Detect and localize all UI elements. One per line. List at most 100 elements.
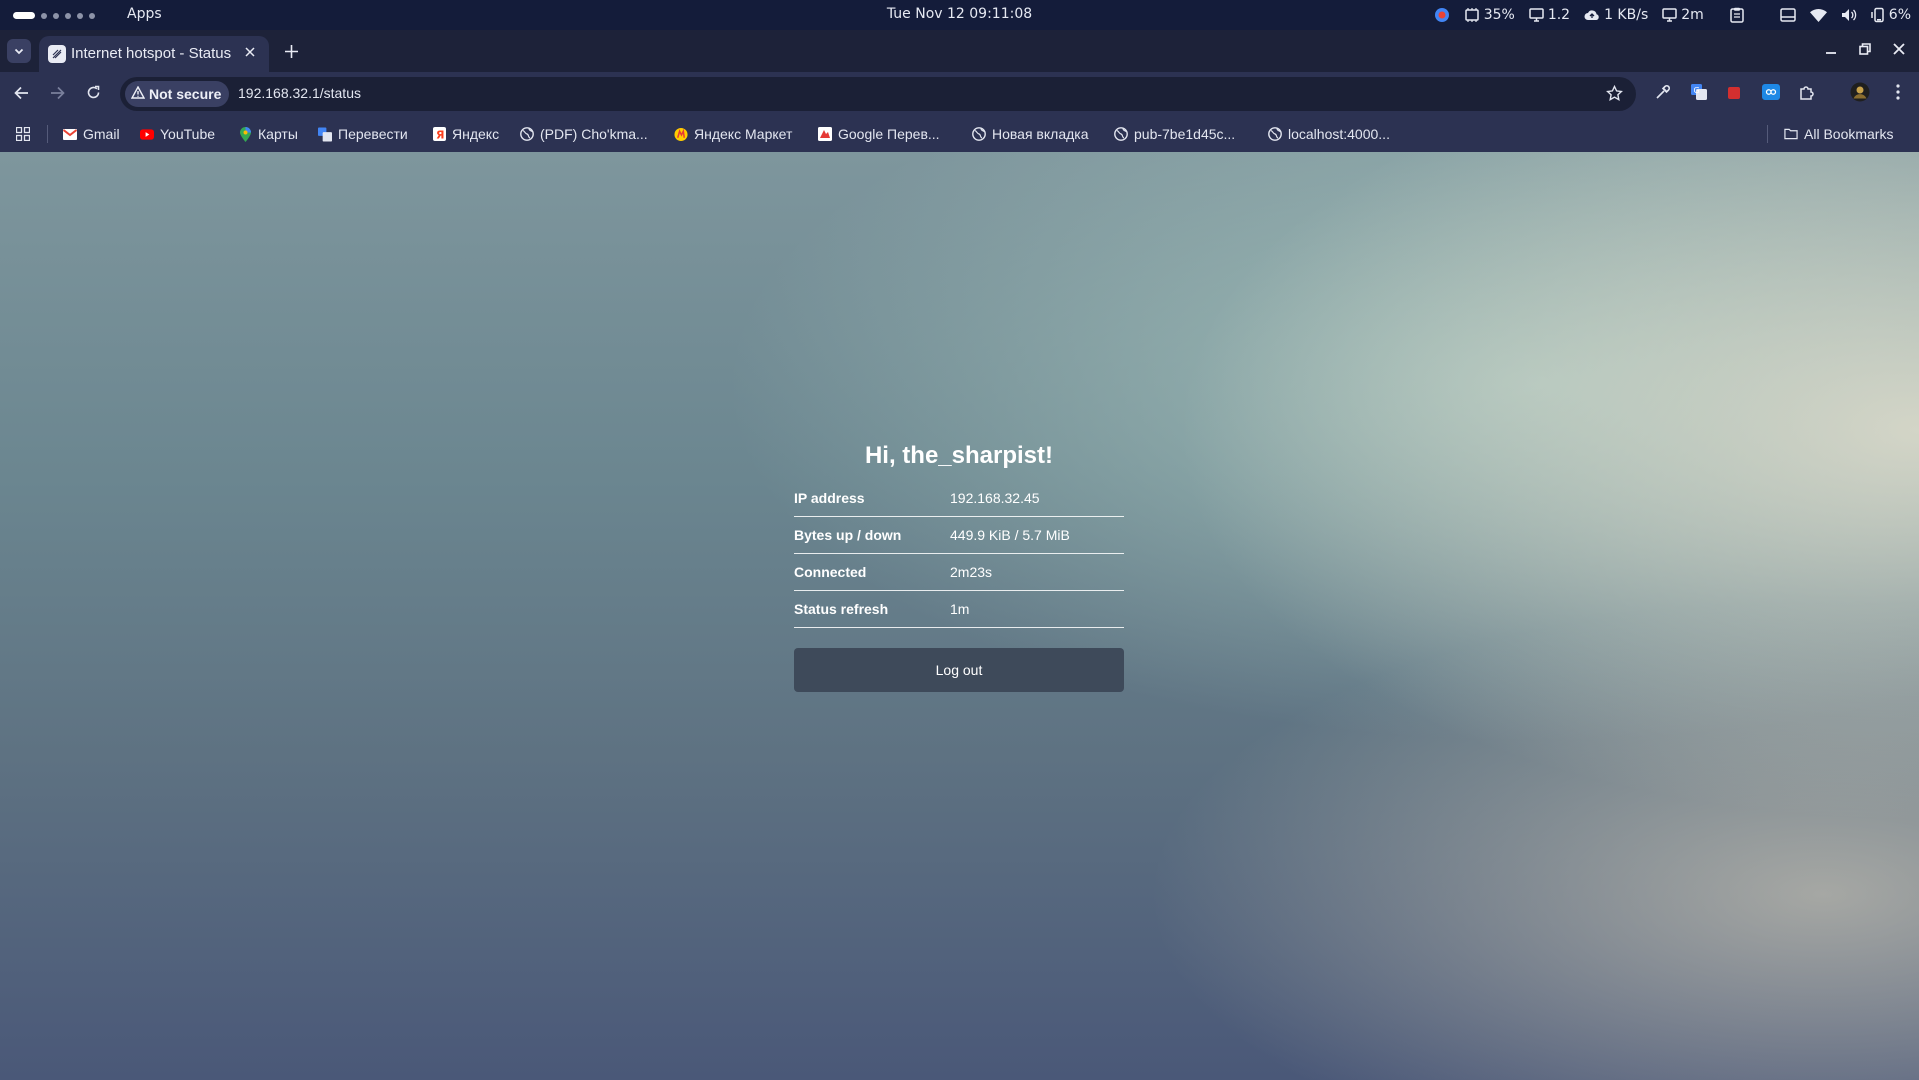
minimize-button[interactable] [1821, 39, 1841, 59]
status-row-refresh: Status refresh 1m [794, 591, 1124, 628]
row-label: Connected [794, 564, 867, 580]
tab-close-button[interactable] [241, 44, 259, 62]
restore-icon [1859, 40, 1871, 59]
all-bookmarks-button[interactable]: All Bookmarks [1784, 124, 1893, 144]
minimize-icon [1825, 40, 1837, 59]
close-icon [245, 45, 255, 61]
bookmark-star-button[interactable] [1606, 84, 1624, 106]
bookmark-yandex[interactable]: Я Яндекс [432, 124, 499, 144]
extension-translate[interactable]: G [1689, 84, 1709, 104]
url-text[interactable]: 192.168.32.1/status [238, 85, 361, 101]
row-value: 449.9 KiB / 5.7 MiB [950, 527, 1070, 543]
load-monitor[interactable]: 1.2 [1529, 7, 1570, 23]
cpu-icon [1464, 8, 1480, 22]
bookmark-label: Карты [258, 126, 298, 142]
avatar [1850, 82, 1870, 106]
globe-icon [1114, 127, 1128, 141]
clipboard-icon [1730, 7, 1744, 23]
reload-icon [86, 85, 101, 104]
bookmark-pub[interactable]: pub-7be1d45c... [1114, 124, 1235, 144]
tab-active[interactable]: Internet hotspot - Status [39, 36, 269, 72]
apps-menu[interactable]: Apps [127, 6, 162, 22]
bookmark-gmail[interactable]: Gmail [63, 124, 120, 144]
load-value: 1.2 [1547, 7, 1571, 23]
bookmark-label: Новая вкладка [992, 126, 1089, 142]
battery-indicator[interactable]: 6% [1871, 7, 1911, 23]
svg-text:Я: Я [436, 129, 444, 142]
clipboard-button[interactable] [1730, 7, 1744, 23]
window-controls [1821, 39, 1909, 59]
maps-icon [238, 126, 252, 142]
clock[interactable]: Tue Nov 12 09:11:08 [887, 6, 1032, 22]
network-monitor[interactable]: 1 KB/s [1584, 7, 1648, 23]
bookmark-new-tab[interactable]: Новая вкладка [972, 124, 1089, 144]
yandex-market-icon [674, 127, 688, 141]
google-translate-icon: G [1690, 83, 1708, 105]
status-row-bytes: Bytes up / down 449.9 KiB / 5.7 MiB [794, 517, 1124, 554]
extension-red[interactable] [1724, 84, 1744, 104]
row-label: IP address [794, 490, 865, 506]
close-window-button[interactable] [1889, 39, 1909, 59]
wifi-button[interactable] [1809, 8, 1827, 22]
bookmark-pdf[interactable]: (PDF) Cho'kma... [520, 124, 648, 144]
display-icon [1662, 8, 1677, 22]
greeting-heading: Hi, the_sharpist! [864, 442, 1054, 469]
volume-icon [1841, 8, 1857, 22]
eyedropper-icon [1655, 84, 1671, 104]
back-button[interactable] [11, 84, 31, 104]
bookmark-maps[interactable]: Карты [238, 124, 298, 144]
system-top-bar: Apps Tue Nov 12 09:11:08 35% 1.2 1 KB/s [0, 0, 1919, 30]
extensions-button[interactable] [1797, 84, 1817, 104]
monitor-icon [1529, 8, 1544, 22]
hotspot-favicon-icon [48, 45, 66, 63]
bookmark-youtube[interactable]: YouTube [140, 124, 215, 144]
bookmark-google-translate[interactable]: Google Перев... [818, 124, 940, 144]
warning-icon [130, 85, 146, 102]
screen-button[interactable] [1780, 8, 1796, 22]
tab-strip: Internet hotspot - Status [0, 30, 1919, 72]
network-value: 1 KB/s [1604, 7, 1649, 23]
extension-infinity[interactable] [1761, 84, 1781, 104]
forward-button[interactable] [47, 84, 67, 104]
reload-button[interactable] [83, 84, 103, 104]
gmail-icon [63, 127, 77, 141]
youtube-icon [140, 127, 154, 141]
bookmarks-divider [47, 125, 48, 143]
bookmark-yandex-market[interactable]: Яндекс Маркет [674, 124, 792, 144]
bookmarks-divider [1767, 125, 1768, 143]
restore-button[interactable] [1855, 39, 1875, 59]
bookmarks-bar: Gmail YouTube Карты Перевести Я Яндекс (… [0, 116, 1919, 152]
stop-icon [1727, 85, 1741, 104]
battery-value: 6% [1888, 7, 1911, 23]
star-icon [1606, 84, 1623, 106]
logout-button[interactable]: Log out [794, 648, 1124, 692]
globe-icon [520, 127, 534, 141]
tab-search-button[interactable] [7, 39, 31, 63]
volume-button[interactable] [1841, 8, 1857, 22]
uptime-value: 2m [1681, 7, 1704, 23]
bookmark-translate[interactable]: Перевести [318, 124, 408, 144]
plus-icon [284, 43, 298, 62]
profile-button[interactable] [1850, 82, 1870, 106]
security-chip[interactable]: Not secure [125, 81, 230, 107]
wifi-icon [1809, 8, 1827, 22]
bookmark-localhost[interactable]: localhost:4000... [1268, 124, 1390, 144]
chevron-down-icon [13, 42, 25, 61]
battery-icon [1871, 7, 1885, 23]
extension-eyedropper[interactable] [1653, 84, 1673, 104]
address-bar[interactable]: Not secure 192.168.32.1/status [120, 77, 1636, 111]
globe-icon [972, 127, 986, 141]
system-tray: 35% 1.2 1 KB/s 2m 6% [1420, 0, 1911, 30]
cpu-monitor[interactable]: 35% [1464, 7, 1515, 23]
chrome-indicator-icon [1434, 7, 1450, 23]
apps-grid-button[interactable] [16, 124, 30, 144]
browser-menu-button[interactable] [1888, 84, 1908, 104]
uptime-monitor[interactable]: 2m [1662, 7, 1704, 23]
new-tab-button[interactable] [281, 42, 301, 62]
bookmark-label: pub-7be1d45c... [1134, 126, 1236, 142]
workspace-indicator[interactable] [13, 12, 95, 19]
close-icon [1893, 40, 1905, 59]
bookmark-label: Gmail [83, 126, 120, 142]
puzzle-icon [1799, 84, 1815, 104]
tray-app-indicator[interactable] [1434, 7, 1450, 23]
